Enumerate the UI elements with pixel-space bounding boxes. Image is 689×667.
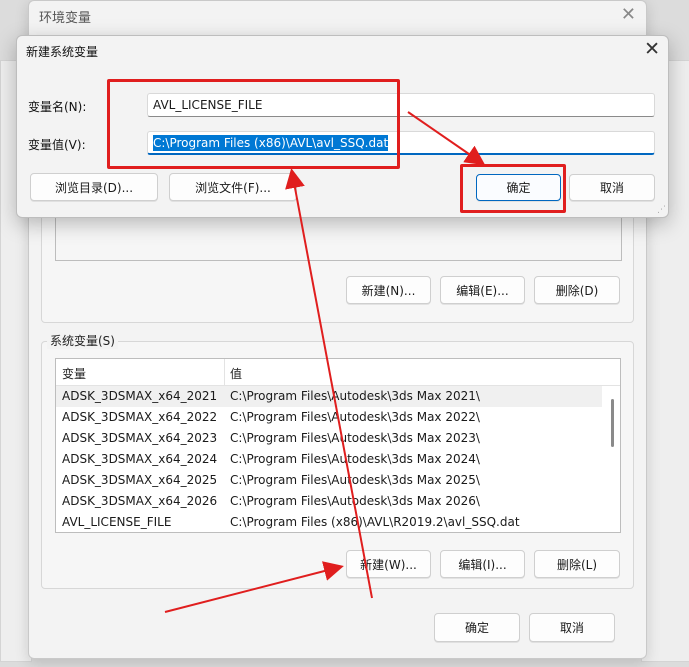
row-variable: ADSK_3DSMAX_x64_2022 — [62, 410, 218, 424]
browse-directory-button[interactable]: 浏览目录(D)... — [30, 173, 158, 201]
column-header-variable[interactable]: 变量 — [62, 365, 86, 382]
row-value: C:\Program Files\Autodesk\3ds Max 2022\ — [230, 410, 480, 424]
system-variables-list[interactable]: 变量 值 ADSK_3DSMAX_x64_2021 C:\Program Fil… — [55, 358, 621, 533]
user-delete-button[interactable]: 删除(D) — [534, 276, 620, 304]
row-value: C:\Program Files\Autodesk\3ds Max 2024\ — [230, 452, 480, 466]
row-variable: ADSK_3DSMAX_x64_2025 — [62, 473, 218, 487]
dialog-close-icon[interactable]: ✕ — [644, 38, 660, 60]
table-row[interactable]: ADSK_3DSMAX_x64_2023 C:\Program Files\Au… — [56, 428, 602, 449]
env-window-title: 环境变量 — [39, 11, 92, 26]
system-variables-label: 系统变量(S) — [47, 332, 118, 349]
column-header-value[interactable]: 值 — [230, 365, 242, 382]
new-system-variable-dialog: 新建系统变量 ✕ 变量名(N): AVL_LICENSE_FILE 变量值(V)… — [16, 35, 669, 218]
table-row[interactable]: ADSK_3DSMAX_x64_2024 C:\Program Files\Au… — [56, 449, 602, 470]
user-edit-button[interactable]: 编辑(E)... — [440, 276, 525, 304]
browse-file-button[interactable]: 浏览文件(F)... — [169, 173, 297, 201]
variable-value-input[interactable]: C:\Program Files (x86)\AVL\avl_SSQ.dat — [147, 131, 655, 155]
row-variable: ADSK_3DSMAX_x64_2024 — [62, 452, 218, 466]
env-ok-button[interactable]: 确定 — [434, 613, 520, 642]
env-close-icon[interactable]: ✕ — [621, 4, 636, 25]
column-separator — [224, 359, 225, 385]
system-edit-button[interactable]: 编辑(I)... — [440, 550, 525, 578]
env-cancel-button[interactable]: 取消 — [529, 613, 615, 642]
row-value: C:\Program Files\Autodesk\3ds Max 2023\ — [230, 431, 480, 445]
resize-grip-icon[interactable]: ⋰ — [657, 205, 666, 215]
list-scrollbar[interactable] — [608, 387, 618, 527]
variable-name-label: 变量名(N): — [28, 100, 87, 114]
table-row[interactable]: ADSK_3DSMAX_x64_2026 C:\Program Files\Au… — [56, 491, 602, 512]
scrollbar-thumb[interactable] — [611, 399, 614, 447]
dialog-title: 新建系统变量 — [26, 45, 99, 59]
row-value: C:\Program Files\Autodesk\3ds Max 2026\ — [230, 494, 480, 508]
system-delete-button[interactable]: 删除(L) — [534, 550, 620, 578]
system-new-button[interactable]: 新建(W)... — [346, 550, 431, 578]
table-row[interactable]: ADSK_3DSMAX_x64_2025 C:\Program Files\Au… — [56, 470, 602, 491]
row-variable: ADSK_3DSMAX_x64_2021 — [62, 389, 218, 403]
row-value: C:\Program Files\Autodesk\3ds Max 2021\ — [230, 389, 480, 403]
table-row[interactable]: ADSK_3DSMAX_x64_2021 C:\Program Files\Au… — [56, 386, 602, 407]
variable-name-text: AVL_LICENSE_FILE — [153, 98, 263, 112]
row-value: C:\Program Files\Autodesk\3ds Max 2025\ — [230, 473, 480, 487]
row-variable: AVL_LICENSE_FILE — [62, 515, 172, 529]
variable-value-label: 变量值(V): — [28, 138, 86, 152]
variable-value-text: C:\Program Files (x86)\AVL\avl_SSQ.dat — [153, 135, 389, 151]
variable-name-input[interactable]: AVL_LICENSE_FILE — [147, 93, 655, 117]
table-row[interactable]: AVL_LICENSE_FILE C:\Program Files (x86)\… — [56, 512, 602, 533]
row-value: C:\Program Files (x86)\AVL\R2019.2\avl_S… — [230, 515, 520, 529]
dialog-cancel-button[interactable]: 取消 — [569, 174, 655, 201]
user-new-button[interactable]: 新建(N)... — [346, 276, 431, 304]
dialog-ok-button[interactable]: 确定 — [476, 174, 561, 201]
row-variable: ADSK_3DSMAX_x64_2026 — [62, 494, 218, 508]
row-variable: ADSK_3DSMAX_x64_2023 — [62, 431, 218, 445]
table-row[interactable]: ADSK_3DSMAX_x64_2022 C:\Program Files\Au… — [56, 407, 602, 428]
list-header: 变量 值 — [56, 359, 620, 386]
